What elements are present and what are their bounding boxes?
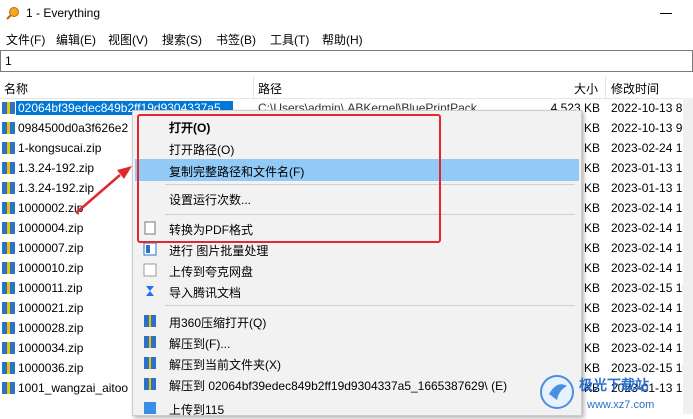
ctx-upload-115[interactable]: 上传到115: [135, 397, 579, 419]
file-modified: 2023-02-14 13: [611, 261, 690, 275]
zip-archive-icon: [144, 315, 156, 327]
ctx-import-tencent[interactable]: 导入腾讯文档: [135, 280, 579, 302]
zip-file-icon: [2, 302, 15, 314]
menu-view[interactable]: 视图(V): [108, 31, 148, 48]
zip-file-icon: [2, 282, 15, 294]
file-modified: 2022-10-13 9:3: [611, 121, 693, 135]
ctx-upload-quark-label: 上传到夸克网盘: [169, 265, 254, 279]
file-name: 1000007.zip: [18, 241, 84, 255]
file-name: 1000034.zip: [18, 341, 84, 355]
cloud-upload-icon: [144, 402, 156, 414]
file-modified: 2023-02-14 13: [611, 321, 690, 335]
ctx-extract-named[interactable]: 解压到 02064bf39edec849b2ff19d9304337a5_166…: [135, 373, 579, 395]
search-value: 1: [5, 54, 12, 68]
minimize-button[interactable]: [652, 2, 682, 24]
zip-archive-icon: [144, 378, 156, 390]
file-modified: 2023-01-13 16: [611, 161, 690, 175]
everything-app-icon: [6, 7, 19, 20]
zip-file-icon: [2, 342, 15, 354]
file-name: 1000011.zip: [18, 281, 83, 295]
ctx-upload-quark[interactable]: 上传到夸克网盘: [135, 259, 579, 281]
ctx-extract-to-label: 解压到(F)...: [169, 337, 231, 351]
ctx-extract-here[interactable]: 解压到当前文件夹(X): [135, 352, 579, 374]
zip-file-icon: [2, 102, 15, 114]
column-path[interactable]: 路径: [258, 80, 282, 97]
file-name: 1.3.24-192.zip: [18, 161, 95, 175]
zip-archive-icon: [144, 336, 156, 348]
ctx-extract-here-label: 解压到当前文件夹(X): [169, 358, 281, 372]
column-divider[interactable]: [253, 76, 254, 98]
column-modified[interactable]: 修改时间: [611, 80, 659, 97]
ctx-open-360-label: 用360压缩打开(Q): [169, 316, 267, 330]
column-name[interactable]: 名称: [4, 80, 28, 97]
zip-file-icon: [2, 362, 15, 374]
svg-text:极光下载站: 极光下载站: [579, 377, 649, 393]
ctx-import-tencent-label: 导入腾讯文档: [169, 286, 242, 300]
menu-divider: [165, 305, 575, 306]
zip-file-icon: [2, 202, 15, 214]
file-modified: 2023-02-14 13: [611, 301, 690, 315]
column-size[interactable]: 大小: [574, 80, 598, 97]
file-modified: 2023-01-13 16: [611, 181, 690, 195]
zip-file-icon: [2, 382, 15, 394]
annotation-highlight-box: [137, 114, 441, 243]
zip-file-icon: [2, 122, 15, 134]
menu-edit[interactable]: 编辑(E): [56, 31, 96, 48]
file-modified: 2023-02-14 13: [611, 201, 690, 215]
zip-file-icon: [2, 162, 15, 174]
menu-help[interactable]: 帮助(H): [322, 31, 363, 48]
tencent-docs-icon: [146, 286, 154, 296]
zip-file-icon: [2, 262, 15, 274]
image-batch-icon: [143, 242, 157, 256]
ctx-extract-named-label: 解压到 02064bf39edec849b2ff19d9304337a5_166…: [169, 379, 508, 393]
menu-tools[interactable]: 工具(T): [270, 31, 309, 48]
menu-search[interactable]: 搜索(S): [162, 31, 202, 48]
menu-bookmarks[interactable]: 书签(B): [216, 31, 256, 48]
zip-file-icon: [2, 242, 15, 254]
file-name: 1-kongsucai.zip: [18, 141, 102, 155]
file-name: 1000010.zip: [18, 261, 84, 275]
file-name: 0984500d0a3f626e2: [18, 121, 129, 135]
search-input[interactable]: 1: [0, 50, 693, 72]
file-modified: 2023-02-24 16: [611, 141, 690, 155]
ctx-extract-to[interactable]: 解压到(F)...: [135, 331, 579, 353]
column-divider[interactable]: [605, 76, 606, 98]
window-title: 1 - Everything: [26, 6, 101, 20]
menu-file[interactable]: 文件(F): [6, 31, 45, 48]
zip-file-icon: [2, 142, 15, 154]
file-name: 1000004.zip: [18, 221, 84, 235]
zip-file-icon: [2, 322, 15, 334]
zip-file-icon: [2, 222, 15, 234]
quark-cloud-icon: [143, 263, 157, 277]
file-name: 1000036.zip: [18, 361, 84, 375]
ctx-open-360[interactable]: 用360压缩打开(Q): [135, 310, 579, 332]
column-header: 名称 路径 大小 修改时间: [0, 76, 693, 99]
file-name: 1000028.zip: [18, 321, 84, 335]
zip-file-icon: [2, 182, 15, 194]
file-modified: 2023-02-14 13: [611, 341, 690, 355]
watermark-logo: 极光下载站 www.xz7.com: [540, 375, 654, 411]
ctx-upload-115-label: 上传到115: [169, 403, 225, 417]
vertical-scrollbar[interactable]: [683, 98, 693, 414]
file-name: 1.3.24-192.zip: [18, 181, 95, 195]
file-name: 1000021.zip: [18, 301, 84, 315]
title-bar: 1 - Everything: [0, 0, 693, 28]
svg-text:www.xz7.com: www.xz7.com: [586, 399, 654, 411]
file-modified: 2023-02-14 13: [611, 221, 690, 235]
ctx-batch-images-label: 进行 图片批量处理: [169, 244, 269, 258]
file-modified: 2023-02-15 10: [611, 281, 690, 295]
file-name: 1001_wangzai_aitoo: [18, 381, 129, 395]
zip-archive-icon: [144, 357, 156, 369]
menu-bar: 文件(F) 编辑(E) 视图(V) 搜索(S) 书签(B) 工具(T) 帮助(H…: [0, 28, 693, 48]
file-modified: 2022-10-13 8:4: [611, 101, 693, 115]
file-name: 1000002.zip: [18, 201, 84, 215]
file-modified: 2023-02-14 13: [611, 241, 690, 255]
